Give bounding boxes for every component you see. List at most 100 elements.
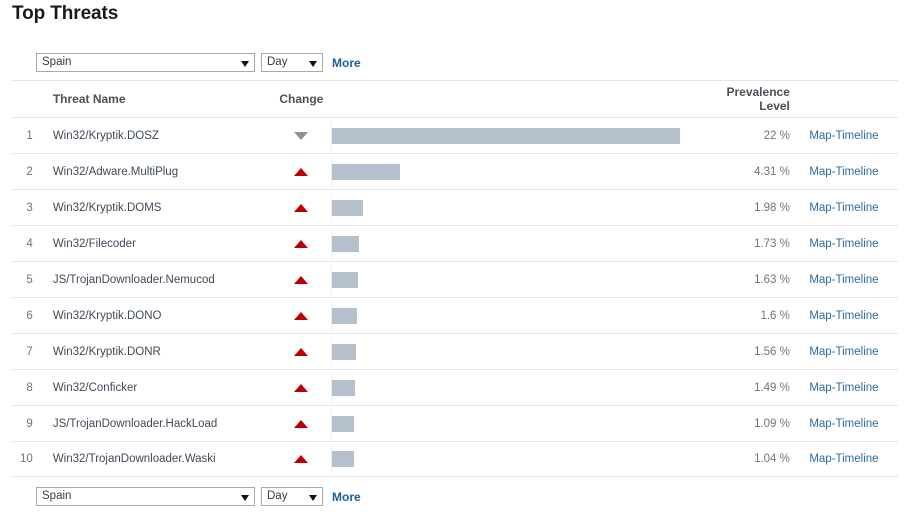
row-prevalence-bar: [330, 118, 710, 154]
row-rank: 2: [26, 165, 33, 178]
row-rank: 4: [26, 237, 33, 250]
bar-fill: [331, 199, 364, 216]
timeline-link[interactable]: Timeline: [836, 166, 879, 178]
timeline-link[interactable]: Timeline: [836, 130, 879, 142]
arrow-up-icon: [294, 383, 309, 392]
row-prevalence-bar: [330, 370, 710, 406]
timeline-link[interactable]: Timeline: [836, 346, 879, 358]
period-select-top[interactable]: Day: [261, 53, 323, 72]
map-link[interactable]: Map: [809, 238, 831, 250]
map-link[interactable]: Map: [809, 418, 831, 430]
row-percent: 1.73 %: [754, 237, 790, 250]
timeline-link[interactable]: Timeline: [836, 453, 879, 465]
bar-fill: [331, 379, 356, 396]
row-threat-name: Win32/Adware.MultiPlug: [52, 165, 179, 178]
row-prevalence-bar: [330, 298, 710, 334]
top-threats-page: Top Threats Spain Day More Threat Name C…: [0, 0, 909, 528]
arrow-up-icon: [294, 203, 309, 212]
row-prevalence-bar: [330, 334, 710, 370]
more-link-top[interactable]: More: [332, 56, 361, 70]
more-link-bottom[interactable]: More: [332, 490, 361, 504]
threats-table: Threat Name Change Prevalence Level 1 Win…: [11, 80, 898, 477]
header-threat-name: Threat Name: [52, 92, 126, 106]
arrow-up-icon: [294, 239, 309, 248]
table-row: 8 Win32/Conficker 1.49 % Map-Timeline: [11, 369, 898, 405]
header-bar-spacer: [331, 81, 710, 117]
row-links: Map-Timeline: [790, 166, 898, 178]
row-threat-name: Win32/Conficker: [52, 381, 138, 394]
row-threat-name: JS/TrojanDownloader.HackLoad: [52, 417, 218, 430]
filter-bar-top: Spain Day More: [36, 53, 361, 72]
map-link[interactable]: Map: [809, 130, 831, 142]
map-link[interactable]: Map: [809, 274, 831, 286]
row-prevalence-bar: [330, 406, 710, 442]
table-row: 5 JS/TrojanDownloader.Nemucod 1.63 % Map-Ti…: [11, 261, 898, 297]
timeline-link[interactable]: Timeline: [836, 382, 879, 394]
row-links: Map-Timeline: [790, 346, 898, 358]
bar-track: [330, 154, 710, 190]
page-title: Top Threats: [12, 3, 119, 24]
bar-fill: [331, 235, 360, 252]
chevron-down-icon: [309, 60, 317, 67]
row-change: [272, 239, 331, 248]
bar-track: [330, 441, 710, 477]
timeline-link[interactable]: Timeline: [836, 238, 879, 250]
bar-fill: [331, 415, 354, 432]
bar-fill: [331, 451, 354, 467]
row-threat-name: Win32/Kryptik.DOMS: [52, 201, 162, 214]
period-select-bottom-value: Day: [267, 490, 288, 502]
table-header-row: Threat Name Change Prevalence Level: [11, 80, 898, 117]
country-select-bottom-value: Spain: [42, 490, 72, 502]
bar-track: [330, 298, 710, 334]
row-change: [272, 455, 331, 463]
arrow-up-icon: [294, 347, 309, 356]
row-rank: 9: [26, 417, 33, 430]
row-threat-name: Win32/Kryptik.DONR: [52, 345, 161, 358]
map-link[interactable]: Map: [809, 382, 831, 394]
row-change: [272, 167, 331, 176]
map-link[interactable]: Map: [809, 202, 831, 214]
row-rank: 3: [26, 201, 33, 214]
row-rank: 7: [26, 345, 33, 358]
bar-track: [330, 406, 710, 442]
row-links: Map-Timeline: [790, 453, 898, 465]
country-select-top[interactable]: Spain: [36, 53, 255, 72]
row-prevalence-bar: [330, 262, 710, 298]
timeline-link[interactable]: Timeline: [836, 310, 879, 322]
row-prevalence-bar: [330, 441, 710, 477]
table-row: 7 Win32/Kryptik.DONR 1.56 % Map-Timeline: [11, 333, 898, 369]
table-row: 6 Win32/Kryptik.DONO 1.6 % Map-Timeline: [11, 297, 898, 333]
chevron-down-icon: [241, 60, 249, 67]
row-percent: 1.56 %: [754, 345, 790, 358]
row-percent: 1.49 %: [754, 381, 790, 394]
row-threat-name: Win32/Kryptik.DONO: [52, 309, 162, 322]
timeline-link[interactable]: Timeline: [836, 418, 879, 430]
bar-track: [330, 262, 710, 298]
row-links: Map-Timeline: [790, 130, 898, 142]
table-row: 10 Win32/TrojanDownloader.Waski 1.04 % Map-…: [11, 441, 898, 477]
row-percent: 1.98 %: [754, 201, 790, 214]
header-change: Change: [279, 92, 324, 106]
row-links: Map-Timeline: [790, 274, 898, 286]
map-link[interactable]: Map: [809, 166, 831, 178]
row-threat-name: Win32/TrojanDownloader.Waski: [52, 453, 216, 465]
arrow-up-icon: [294, 455, 309, 463]
timeline-link[interactable]: Timeline: [836, 274, 879, 286]
timeline-link[interactable]: Timeline: [836, 202, 879, 214]
row-prevalence-bar: [330, 226, 710, 262]
period-select-bottom[interactable]: Day: [261, 487, 323, 506]
arrow-down-icon: [294, 131, 309, 140]
country-select-bottom[interactable]: Spain: [36, 487, 255, 506]
row-rank: 10: [20, 453, 33, 465]
map-link[interactable]: Map: [809, 346, 831, 358]
row-percent: 1.63 %: [754, 273, 790, 286]
arrow-up-icon: [294, 167, 309, 176]
row-links: Map-Timeline: [790, 202, 898, 214]
row-threat-name: Win32/Kryptik.DOSZ: [52, 129, 159, 142]
row-change: [272, 275, 331, 284]
row-links: Map-Timeline: [790, 418, 898, 430]
row-change: [272, 383, 331, 392]
map-link[interactable]: Map: [809, 453, 831, 465]
bar-track: [330, 370, 710, 406]
map-link[interactable]: Map: [809, 310, 831, 322]
